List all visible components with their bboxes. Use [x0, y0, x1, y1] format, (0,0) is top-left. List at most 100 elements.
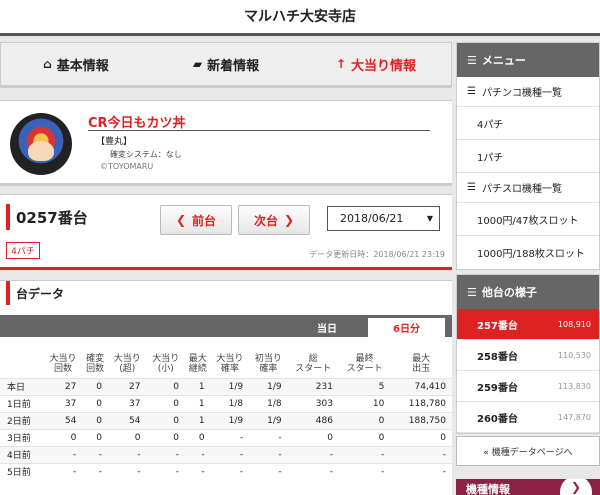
- row-label: 3日前: [0, 428, 44, 446]
- table-cell: -: [82, 462, 108, 480]
- table-cell: -: [184, 445, 211, 463]
- table-cell: 54: [107, 411, 147, 429]
- chevron-right-icon: ❯: [283, 213, 295, 227]
- table-cell: 0: [146, 377, 185, 395]
- pachinko-list-link[interactable]: ☰ パチンコ機種一覧: [457, 77, 599, 107]
- back-to-machine-data-button[interactable]: « 機種データページへ: [456, 436, 600, 466]
- table-cell: -: [287, 445, 339, 463]
- column-header: 最大 出玉: [390, 350, 452, 378]
- machine-copyright: ©TOYOMARU: [100, 162, 154, 171]
- next-unit-label: 次台: [253, 213, 278, 228]
- table-cell: -: [107, 445, 147, 463]
- home-icon: ⌂: [43, 57, 52, 71]
- table-cell: -: [210, 462, 250, 480]
- tab-today[interactable]: 当日: [290, 318, 364, 337]
- table-cell: 0: [184, 428, 211, 446]
- tab-news[interactable]: ▰ 新着情報: [151, 43, 301, 85]
- table-row: 2日前 54 0 54 0 1 1/9 1/9 486 0 188,750: [0, 411, 452, 429]
- other-unit-item[interactable]: 260番台 147,870: [457, 402, 599, 433]
- table-cell: 37: [43, 394, 83, 412]
- column-header: 大当り (超): [107, 350, 147, 378]
- rate-badge: 4パチ: [6, 242, 40, 259]
- table-cell: -: [338, 445, 391, 463]
- row-label: 1日前: [0, 394, 44, 412]
- table-cell: 0: [146, 411, 185, 429]
- table-cell: 0: [82, 428, 108, 446]
- tab-jackpot-info-label: 大当り情報: [351, 58, 417, 74]
- slot-list-link[interactable]: ☰ パチスロ機種一覧: [457, 173, 599, 203]
- table-cell: 37: [107, 394, 147, 412]
- other-unit-item[interactable]: 257番台 108,910: [457, 309, 599, 340]
- other-unit-item[interactable]: 258番台 110,530: [457, 340, 599, 371]
- date-select[interactable]: 2018/06/21 ▼: [327, 206, 440, 231]
- machine-name[interactable]: CR今日もカツ丼: [88, 112, 186, 131]
- table-cell: 0: [43, 428, 83, 446]
- table-cell: 0: [107, 428, 147, 446]
- table-row: 4日前 - - - - - - - - - -: [0, 445, 452, 463]
- menu-item-slot-47[interactable]: 1000円/47枚スロット: [457, 203, 599, 236]
- list-icon: ☰: [467, 182, 476, 193]
- other-unit-value: 113,830: [557, 381, 591, 391]
- menu-item-slot-188[interactable]: 1000円/188枚スロット: [457, 236, 599, 269]
- table-cell: 1: [184, 411, 211, 429]
- tab-basic-info-label: 基本情報: [56, 58, 109, 74]
- table-cell: 1: [184, 394, 211, 412]
- tab-6days[interactable]: 6日分: [368, 318, 445, 337]
- prev-unit-button[interactable]: ❮ 前台: [160, 205, 232, 235]
- table-cell: 0: [338, 411, 391, 429]
- column-header: 確変 回数: [82, 350, 108, 378]
- table-cell: 1/9: [210, 411, 250, 429]
- next-unit-button[interactable]: 次台 ❯: [238, 205, 310, 235]
- table-cell: 1/8: [249, 394, 288, 412]
- other-unit-value: 108,910: [557, 319, 591, 329]
- table-cell: 1/8: [210, 394, 250, 412]
- table-cell: 5: [338, 377, 391, 395]
- tab-news-label: 新着情報: [207, 58, 260, 74]
- column-header: 最大 継続: [184, 350, 211, 378]
- table-cell: 0: [338, 428, 391, 446]
- machine-spec: 確変システム：なし: [110, 150, 182, 159]
- table-cell: -: [146, 462, 185, 480]
- table-cell: 0: [287, 428, 339, 446]
- table-cell: -: [107, 462, 147, 480]
- menu-icon: ☰: [467, 53, 477, 67]
- banner-label: 機種情報: [466, 483, 510, 495]
- site-header: マルハチ大安寺店: [0, 0, 600, 36]
- table-cell: -: [146, 445, 185, 463]
- tab-basic-info[interactable]: ⌂ 基本情報: [1, 43, 151, 85]
- tab-jackpot-info[interactable]: ↑ 大当り情報: [301, 43, 451, 85]
- menu-item-4pachi[interactable]: 4パチ: [457, 107, 599, 140]
- table-row: 1日前 37 0 37 0 1 1/8 1/8 303 10 118,780: [0, 394, 452, 412]
- updated-timestamp: データ更新日時：2018/06/21 23:19: [309, 250, 445, 259]
- table-cell: 0: [146, 428, 185, 446]
- column-header: 総 スタート: [287, 350, 339, 378]
- row-label: 本日: [0, 377, 44, 395]
- table-cell: 10: [338, 394, 391, 412]
- other-unit-number: 257番台: [477, 320, 518, 332]
- prev-unit-label: 前台: [192, 213, 217, 228]
- table-cell: 0: [390, 428, 452, 446]
- menu-item-1pachi[interactable]: 1パチ: [457, 140, 599, 173]
- table-cell: -: [249, 462, 288, 480]
- chat-icon: ▰: [192, 57, 203, 71]
- other-unit-value: 147,870: [557, 412, 591, 422]
- row-label: 4日前: [0, 445, 44, 463]
- machine-info-banner[interactable]: 機種情報 ❯: [456, 479, 600, 495]
- date-select-value: 2018/06/21: [340, 212, 404, 225]
- table-cell: -: [249, 428, 288, 446]
- table-cell: -: [287, 462, 339, 480]
- data-section-title: 台データ: [16, 287, 65, 301]
- menu-panel: ☰ メニュー ☰ パチンコ機種一覧 4パチ 1パチ ☰ パチスロ機種一覧 100…: [456, 42, 600, 270]
- unit-data-table: 大当り 回数 確変 回数 大当り (超) 大当り (小) 最大 継続 大当り 確率 初当り …: [0, 350, 452, 480]
- unit-panel: 0257番台 ❮ 前台 次台 ❯ 2018/06/21 ▼ 4パチ データ更新日…: [0, 194, 452, 270]
- table-cell: -: [43, 445, 83, 463]
- column-header: 初当り 確率: [249, 350, 288, 378]
- caret-down-icon: ▼: [426, 214, 433, 223]
- table-header: 大当り 回数 確変 回数 大当り (超) 大当り (小) 最大 継続 大当り 確率 初当り …: [0, 350, 452, 378]
- chevron-left-icon: ❮: [175, 213, 187, 227]
- table-cell: -: [390, 462, 452, 480]
- table-cell: 1/9: [210, 377, 250, 395]
- machine-logo-image: [10, 113, 72, 175]
- table-cell: 486: [287, 411, 339, 429]
- other-unit-item[interactable]: 259番台 113,830: [457, 371, 599, 402]
